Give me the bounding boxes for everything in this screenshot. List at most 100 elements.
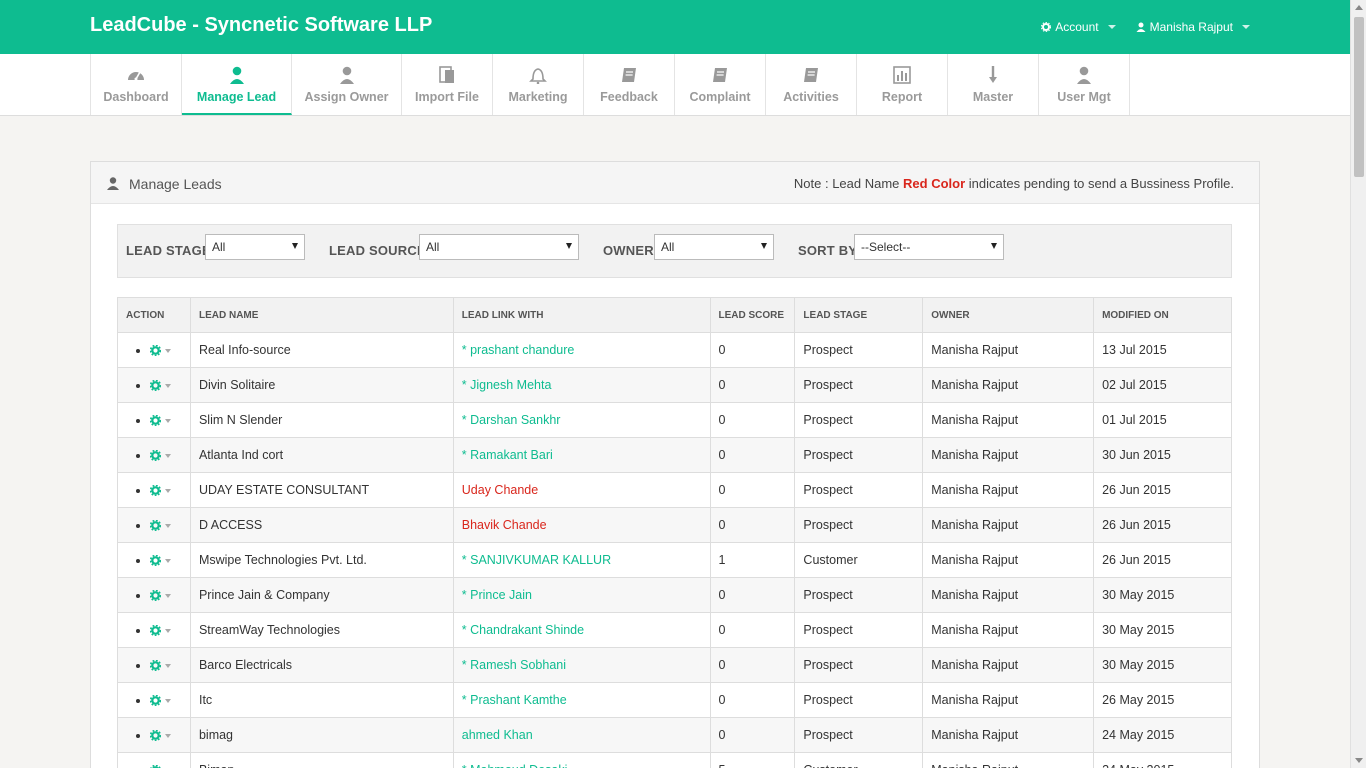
gear-icon[interactable] [150, 590, 161, 602]
chevron-down-icon[interactable] [165, 628, 171, 633]
col-lead-score-header[interactable]: LEAD SCORE [709, 297, 796, 333]
lead-link[interactable]: * Prince Jain [462, 588, 532, 602]
table-row[interactable]: Bimap * Mahmoud Desaki 5CustomerManisha Ra… [117, 752, 1232, 768]
action-cell[interactable] [117, 402, 191, 438]
action-cell[interactable] [117, 752, 191, 768]
col-lead-name-header[interactable]: LEAD NAME [189, 297, 454, 333]
col-lead-link-header[interactable]: LEAD LINK WITH [452, 297, 711, 333]
chevron-down-icon[interactable] [165, 383, 171, 388]
chevron-down-icon[interactable] [165, 523, 171, 528]
panel-header: Manage Leads Note : Lead Name Red Color … [91, 162, 1259, 204]
lead-link[interactable]: * Mahmoud Desaki [462, 763, 568, 768]
gear-icon[interactable] [150, 695, 161, 707]
nav-manage-lead[interactable]: Manage Lead [182, 54, 292, 115]
action-cell[interactable] [117, 437, 191, 473]
gear-icon[interactable] [150, 345, 161, 357]
lead-link[interactable]: ahmed Khan [462, 728, 533, 742]
account-menu[interactable]: Account [1041, 20, 1116, 34]
lead-link[interactable]: * Chandrakant Shinde [462, 623, 584, 637]
owner-select[interactable]: All [654, 234, 774, 260]
lead-link[interactable]: * Ramesh Sobhani [462, 658, 566, 672]
action-cell[interactable] [117, 332, 191, 368]
lead-score-cell: 0 [709, 647, 796, 683]
action-cell[interactable] [117, 612, 191, 648]
table-row[interactable]: UDAY ESTATE CONSULTANT Uday Chande 0 Prospe… [117, 472, 1232, 508]
table-row[interactable]: StreamWay Technologies * Chandrakant Shin… [117, 612, 1232, 648]
nav-activities[interactable]: Activities [766, 54, 857, 115]
nav-assign-owner[interactable]: Assign Owner [292, 54, 402, 115]
lead-link[interactable]: Uday Chande [462, 483, 538, 497]
gear-icon[interactable] [150, 625, 161, 637]
chevron-down-icon[interactable] [165, 698, 171, 703]
lead-stage-cell: Prospect [794, 682, 924, 718]
chevron-down-icon[interactable] [165, 663, 171, 668]
lead-link[interactable]: * SANJIVKUMAR KALLUR [462, 553, 611, 567]
nav-report[interactable]: Report [857, 54, 948, 115]
lead-link[interactable]: * Darshan Sankhr [462, 413, 561, 427]
nav-dashboard[interactable]: Dashboard [91, 54, 182, 115]
table-row[interactable]: Divin Solitaire * Jignesh Mehta 0 Prospect M… [117, 367, 1232, 403]
action-cell[interactable] [117, 472, 191, 508]
top-menu: Account Manisha Rajput [1041, 20, 1250, 34]
lead-source-select[interactable]: All [419, 234, 579, 260]
chevron-down-icon[interactable] [165, 453, 171, 458]
gear-icon[interactable] [150, 520, 161, 532]
lead-stage-select[interactable]: All [205, 234, 305, 260]
chevron-down-icon[interactable] [165, 593, 171, 598]
scroll-down-icon[interactable] [1355, 758, 1363, 763]
lead-link[interactable]: * Jignesh Mehta [462, 378, 552, 392]
table-row[interactable]: Atlanta Ind cort * Ramakant Bari 0 Prospect… [117, 437, 1232, 473]
table-row[interactable]: Itc * Prashant Kamthe 0 Prospect Manisha Raj… [117, 682, 1232, 718]
table-row[interactable]: bimag ahmed Khan 0 Prospect Manisha Rajput 24… [117, 717, 1232, 753]
table-row[interactable]: D ACCESS Bhavik Chande 0 Prospect Manisha Ra… [117, 507, 1232, 543]
chevron-down-icon[interactable] [165, 348, 171, 353]
action-cell[interactable] [117, 507, 191, 543]
action-cell[interactable] [117, 647, 191, 683]
vertical-scrollbar[interactable] [1350, 0, 1366, 768]
table-row[interactable]: Real Info-source * prashant chandure 0 Pros… [117, 332, 1232, 368]
table-row[interactable]: Slim N Slender * Darshan Sankhr 0 Prospect M… [117, 402, 1232, 438]
lead-link[interactable]: Bhavik Chande [462, 518, 547, 532]
nav-feedback[interactable]: Feedback [584, 54, 675, 115]
nav-marketing[interactable]: Marketing [493, 54, 584, 115]
gear-icon[interactable] [150, 485, 161, 497]
lead-link[interactable]: * Ramakant Bari [462, 448, 553, 462]
gear-icon[interactable] [150, 660, 161, 672]
chevron-down-icon[interactable] [165, 733, 171, 738]
lead-score-cell: 0 [709, 472, 796, 508]
gear-icon[interactable] [150, 415, 161, 427]
gear-icon[interactable] [150, 450, 161, 462]
modified-on-cell: 01 Jul 2015 [1093, 402, 1232, 438]
action-cell[interactable] [117, 717, 191, 753]
action-cell[interactable] [117, 542, 191, 578]
scrollbar-thumb[interactable] [1354, 17, 1364, 177]
user-menu[interactable]: Manisha Rajput [1136, 20, 1250, 34]
lead-link[interactable]: * Prashant Kamthe [462, 693, 567, 707]
col-lead-stage-header[interactable]: LEAD STAGE [794, 297, 924, 333]
lead-link[interactable]: * prashant chandure [462, 343, 575, 357]
col-action-header[interactable]: ACTION [117, 297, 191, 333]
table-row[interactable]: Barco Electricals * Ramesh Sobhani 0 Prospe… [117, 647, 1232, 683]
nav-complaint[interactable]: Complaint [675, 54, 766, 115]
chevron-down-icon[interactable] [165, 488, 171, 493]
chevron-down-icon[interactable] [165, 418, 171, 423]
chevron-down-icon[interactable] [165, 558, 171, 563]
action-cell[interactable] [117, 367, 191, 403]
action-cell[interactable] [117, 682, 191, 718]
gear-icon[interactable] [150, 555, 161, 567]
scroll-up-icon[interactable] [1355, 5, 1363, 10]
nav-master[interactable]: Master [948, 54, 1039, 115]
table-row[interactable]: Mswipe Technologies Pvt. Ltd. * SANJIVKUM… [117, 542, 1232, 578]
lead-score-cell: 0 [709, 717, 796, 753]
col-owner-header[interactable]: OWNER [922, 297, 1095, 333]
brand-title[interactable]: LeadCube - Syncnetic Software LLP [90, 14, 432, 37]
nav-import-file[interactable]: Import File [402, 54, 493, 115]
gear-icon[interactable] [150, 380, 161, 392]
gear-icon[interactable] [150, 730, 161, 742]
action-cell[interactable] [117, 577, 191, 613]
sort-by-select[interactable]: --Select-- [854, 234, 1004, 260]
table-row[interactable]: Prince Jain & Company * Prince Jain 0 Prosp… [117, 577, 1232, 613]
modified-on-cell: 30 May 2015 [1093, 577, 1232, 613]
nav-user-mgt[interactable]: User Mgt [1039, 54, 1130, 115]
col-modified-header[interactable]: MODIFIED ON [1093, 297, 1232, 333]
